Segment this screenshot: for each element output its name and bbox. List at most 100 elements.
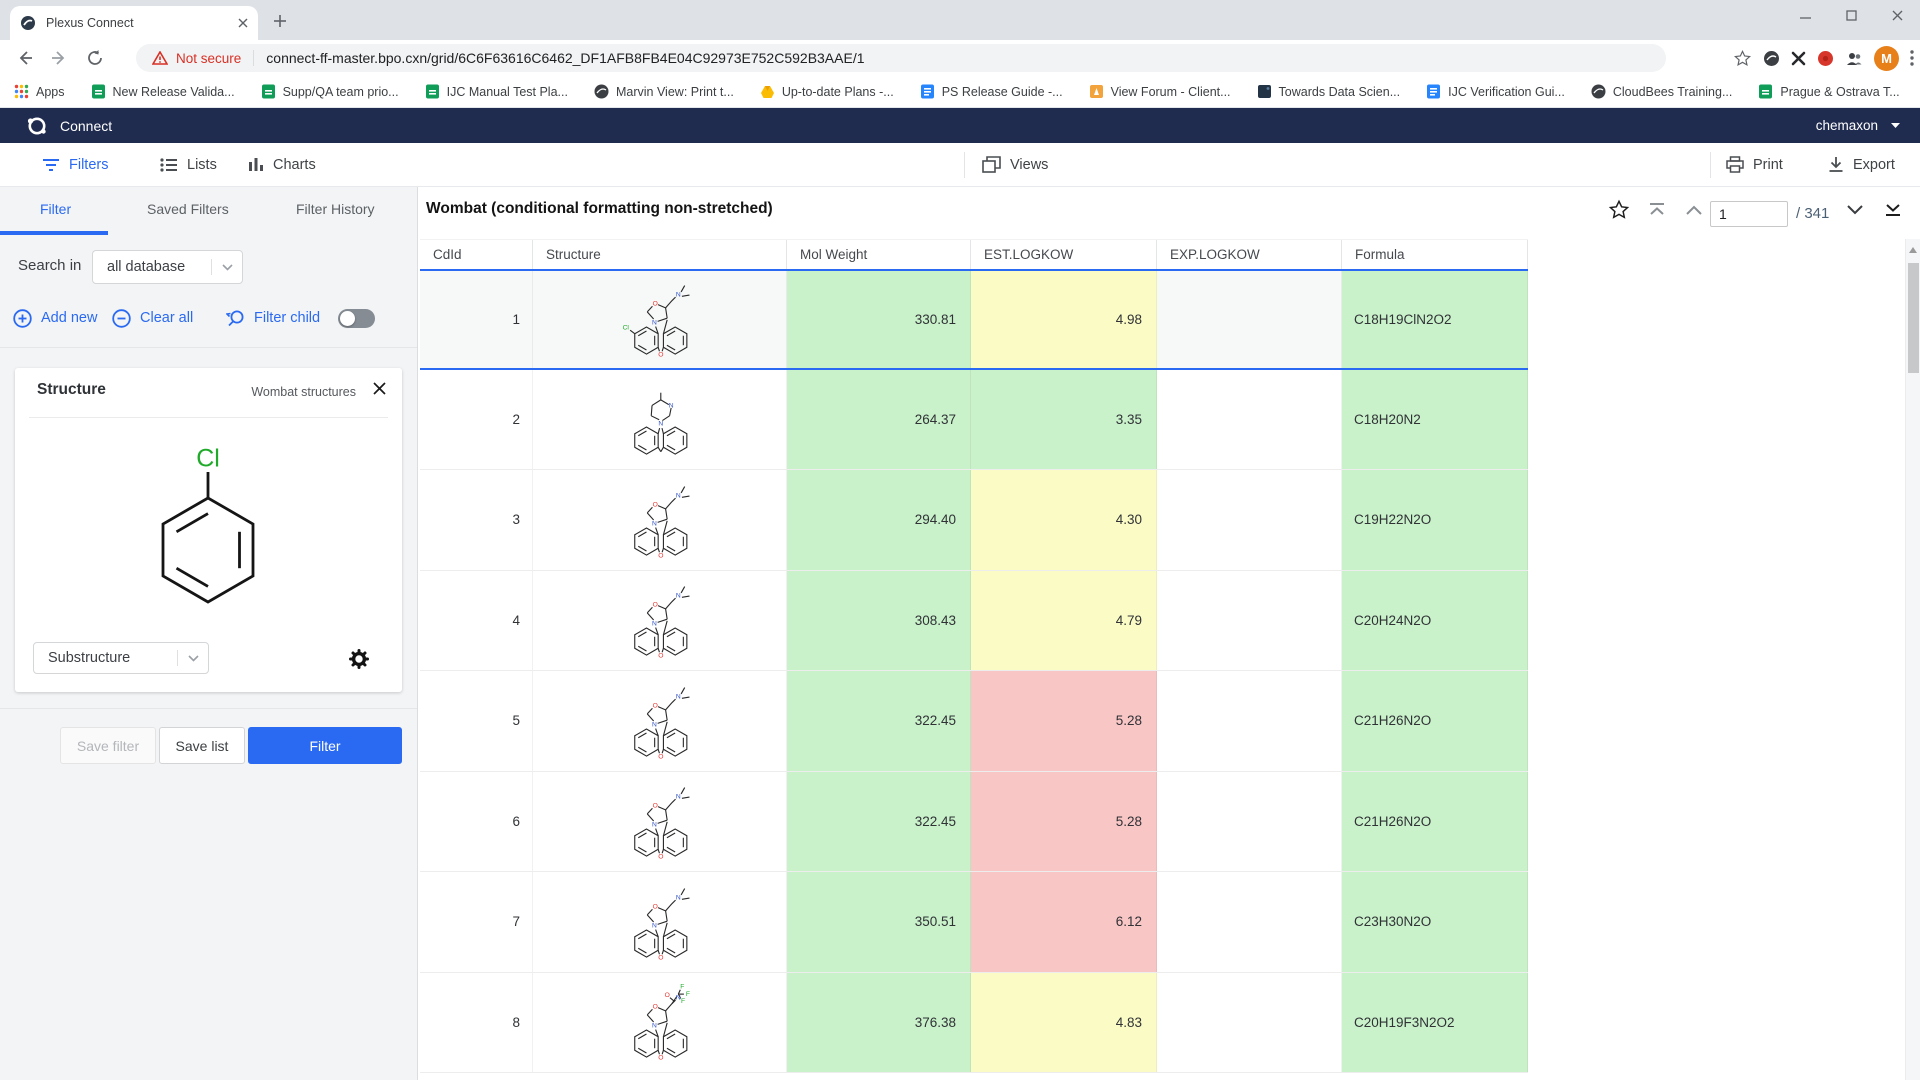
cell-cdid[interactable]: 3 xyxy=(420,470,533,570)
cell-exp-logkow[interactable] xyxy=(1157,571,1342,671)
extension-circle-icon[interactable] xyxy=(1763,50,1780,67)
cell-cdid[interactable]: 6 xyxy=(420,772,533,872)
cell-formula[interactable]: C21H26N2O xyxy=(1342,671,1528,771)
cell-est-logkow[interactable]: 4.30 xyxy=(971,470,1157,570)
bookmark-item[interactable]: Prague & Ostrava T... xyxy=(1758,84,1899,99)
cell-mol-weight[interactable]: 330.81 xyxy=(787,271,971,368)
cell-exp-logkow[interactable] xyxy=(1157,671,1342,771)
bookmark-item[interactable]: Supp/QA team prio... xyxy=(261,84,399,99)
cell-cdid[interactable]: 7 xyxy=(420,872,533,972)
table-row[interactable]: 8ONONFFFO376.384.83C20H19F3N2O2 xyxy=(420,973,1528,1074)
cell-formula[interactable]: C19H22N2O xyxy=(1342,470,1528,570)
extension-x-icon[interactable] xyxy=(1791,51,1806,66)
bookmark-item[interactable]: Up-to-date Plans -... xyxy=(760,85,894,99)
table-row[interactable]: 7ONON350.516.12C23H30N2O xyxy=(420,872,1528,973)
column-header-mol-weight[interactable]: Mol Weight xyxy=(787,240,971,269)
cell-cdid[interactable]: 8 xyxy=(420,973,533,1073)
save-filter-button[interactable]: Save filter xyxy=(60,727,156,764)
bookmark-item[interactable]: Apps xyxy=(14,84,65,99)
gear-icon[interactable] xyxy=(349,649,369,669)
last-page-icon[interactable] xyxy=(1881,198,1905,222)
column-header-cdid[interactable]: CdId xyxy=(420,240,533,269)
cell-structure[interactable]: ONON xyxy=(533,872,787,972)
print-button[interactable]: Print xyxy=(1726,143,1783,186)
new-tab-button[interactable] xyxy=(270,11,290,31)
cell-mol-weight[interactable]: 264.37 xyxy=(787,370,971,470)
bookmark-star-icon[interactable] xyxy=(1733,49,1752,68)
forward-icon[interactable] xyxy=(48,47,70,69)
tab-saved-filters[interactable]: Saved Filters xyxy=(147,187,229,231)
charts-button[interactable]: Charts xyxy=(248,143,316,186)
window-maximize-icon[interactable] xyxy=(1828,0,1874,30)
cell-mol-weight[interactable]: 294.40 xyxy=(787,470,971,570)
table-row[interactable]: 5ONON322.455.28C21H26N2O xyxy=(420,671,1528,772)
bookmark-item[interactable]: IJC Verification Gui... xyxy=(1426,84,1565,99)
cell-mol-weight[interactable]: 376.38 xyxy=(787,973,971,1073)
tab-filter-history[interactable]: Filter History xyxy=(296,187,375,231)
cell-est-logkow[interactable]: 4.83 xyxy=(971,973,1157,1073)
cell-structure[interactable]: ONON xyxy=(533,470,787,570)
browser-menu-icon[interactable] xyxy=(1910,50,1914,66)
column-header-formula[interactable]: Formula xyxy=(1342,240,1528,269)
cell-mol-weight[interactable]: 350.51 xyxy=(787,872,971,972)
cell-est-logkow[interactable]: 3.35 xyxy=(971,370,1157,470)
cell-structure[interactable]: ONON xyxy=(533,772,787,872)
bookmark-item[interactable]: PS Release Guide -... xyxy=(920,84,1063,99)
scroll-up-arrow-icon[interactable] xyxy=(1909,247,1917,253)
filters-button[interactable]: Filters xyxy=(42,143,108,186)
cell-mol-weight[interactable]: 322.45 xyxy=(787,772,971,872)
cell-mol-weight[interactable]: 308.43 xyxy=(787,571,971,671)
user-menu[interactable]: chemaxon xyxy=(1816,118,1878,133)
cell-exp-logkow[interactable] xyxy=(1157,470,1342,570)
bookmark-item[interactable]: Towards Data Scien... xyxy=(1257,84,1401,99)
next-page-icon[interactable] xyxy=(1843,198,1867,222)
search-in-select[interactable]: all database xyxy=(92,250,243,284)
cell-exp-logkow[interactable] xyxy=(1157,973,1342,1073)
cell-est-logkow[interactable]: 5.28 xyxy=(971,671,1157,771)
bookmark-item[interactable]: IJC Manual Test Pla... xyxy=(425,84,568,99)
page-number-input[interactable] xyxy=(1710,201,1788,227)
cell-formula[interactable]: C20H24N2O xyxy=(1342,571,1528,671)
close-icon[interactable] xyxy=(372,381,388,397)
cell-structure[interactable]: ONON xyxy=(533,571,787,671)
clear-all-button[interactable]: Clear all xyxy=(112,304,193,332)
cell-exp-logkow[interactable] xyxy=(1157,271,1342,368)
table-row[interactable]: 4ONON308.434.79 C20H24N2O xyxy=(420,571,1528,672)
cell-cdid[interactable]: 1 xyxy=(420,271,533,368)
scrollbar-thumb[interactable] xyxy=(1908,263,1919,373)
bookmark-item[interactable]: New Release Valida... xyxy=(91,84,235,99)
cell-formula[interactable]: C18H19ClN2O2 xyxy=(1342,271,1528,368)
cell-structure[interactable]: ONONCl xyxy=(533,271,787,368)
structure-editor-canvas[interactable]: Cl xyxy=(108,420,308,630)
cell-est-logkow[interactable]: 4.79 xyxy=(971,571,1157,671)
add-new-button[interactable]: Add new xyxy=(13,304,97,332)
search-mode-select[interactable]: Substructure xyxy=(33,642,209,674)
cell-mol-weight[interactable]: 322.45 xyxy=(787,671,971,771)
column-header-structure[interactable]: Structure xyxy=(533,240,787,269)
bookmark-item[interactable]: Marvin View: Print t... xyxy=(594,84,734,99)
vertical-scrollbar[interactable] xyxy=(1905,239,1920,1080)
browser-tab[interactable]: Plexus Connect xyxy=(10,6,258,40)
cell-structure[interactable]: ONON xyxy=(533,671,787,771)
user-caret-icon[interactable] xyxy=(1891,123,1900,129)
previous-page-icon[interactable] xyxy=(1682,198,1706,222)
filter-child-button[interactable]: Filter child xyxy=(226,304,320,332)
tab-filter[interactable]: Filter xyxy=(40,187,71,231)
cell-est-logkow[interactable]: 4.98 xyxy=(971,271,1157,368)
column-header-est-logkow[interactable]: EST.LOGKOW xyxy=(971,240,1157,269)
cell-formula[interactable]: C18H20N2 xyxy=(1342,370,1528,470)
favorite-star-icon[interactable] xyxy=(1607,198,1631,222)
profile-avatar[interactable]: M xyxy=(1874,46,1899,71)
bookmark-item[interactable]: View Forum - Client... xyxy=(1089,84,1231,99)
tab-close-icon[interactable] xyxy=(238,18,248,28)
extension-people-icon[interactable] xyxy=(1845,51,1863,66)
cell-exp-logkow[interactable] xyxy=(1157,772,1342,872)
extension-adblock-icon[interactable] xyxy=(1817,50,1834,67)
cell-structure[interactable]: ONONFFFO xyxy=(533,973,787,1073)
cell-cdid[interactable]: 4 xyxy=(420,571,533,671)
column-header-exp-logkow[interactable]: EXP.LOGKOW xyxy=(1157,240,1342,269)
window-minimize-icon[interactable] xyxy=(1782,0,1828,30)
lists-button[interactable]: Lists xyxy=(160,143,217,186)
save-list-button[interactable]: Save list xyxy=(159,727,245,764)
first-page-icon[interactable] xyxy=(1645,198,1669,222)
